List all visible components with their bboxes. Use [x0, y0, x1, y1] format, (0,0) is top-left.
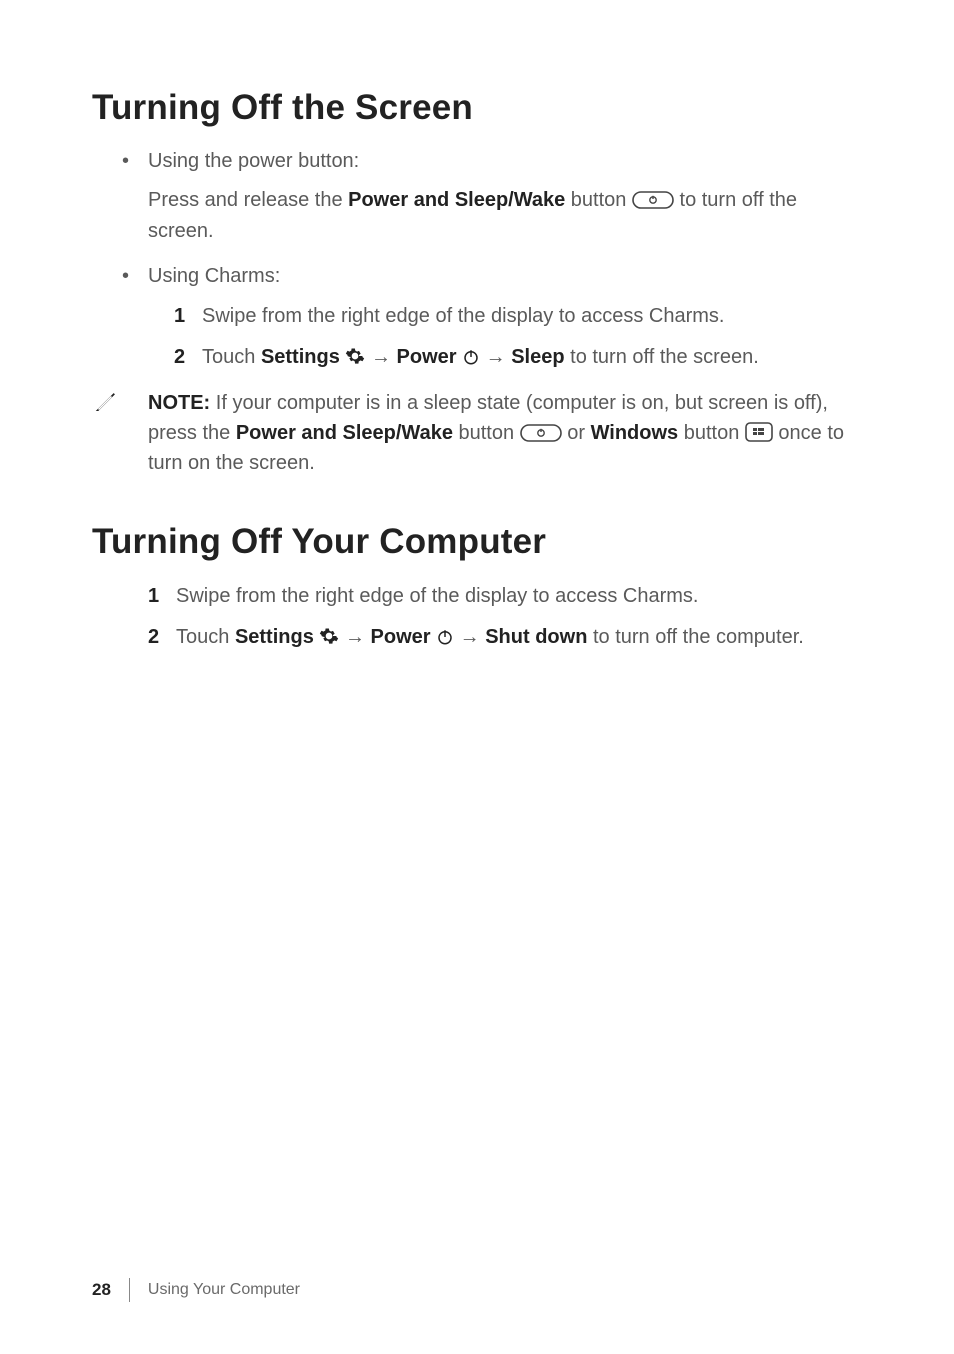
power-icon — [462, 348, 480, 366]
power-sleep-button-icon — [520, 424, 562, 442]
footer-divider — [129, 1278, 130, 1302]
bold-text: Sleep — [511, 346, 564, 368]
page-footer: 28 Using Your Computer — [92, 1278, 862, 1302]
page-container: Turning Off the Screen Using the power b… — [0, 0, 954, 1354]
note-block: NOTE: If your computer is in a sleep sta… — [92, 388, 862, 478]
heading-turning-off-computer: Turning Off Your Computer — [92, 522, 862, 562]
power-sleep-button-icon — [632, 191, 674, 209]
bold-text: Settings — [235, 626, 319, 648]
step-item: Swipe from the right edge of the display… — [174, 300, 862, 333]
settings-gear-icon — [319, 626, 339, 646]
footer-chapter: Using Your Computer — [148, 1281, 300, 1299]
bold-text: NOTE: — [148, 392, 210, 414]
bullet-lead: Using the power button: — [148, 150, 359, 172]
windows-button-icon — [745, 422, 773, 442]
bold-text: Settings — [261, 346, 345, 368]
bold-text: Power — [397, 346, 463, 368]
step-item: Touch Settings → Power → Shut down to tu… — [148, 621, 862, 654]
bold-text: Windows — [591, 422, 679, 444]
steps-list: Swipe from the right edge of the display… — [148, 300, 862, 374]
bullet-item-charms: Using Charms: Swipe from the right edge … — [122, 261, 862, 374]
heading-turning-off-screen: Turning Off the Screen — [92, 88, 862, 128]
step-item: Swipe from the right edge of the display… — [148, 580, 862, 613]
bold-text: Shut down — [485, 626, 587, 648]
power-icon — [436, 628, 454, 646]
step-item: Touch Settings → Power → Sleep to turn o… — [174, 341, 862, 374]
bold-text: Power — [371, 626, 437, 648]
bullet-item-power-button: Using the power button: Press and releas… — [122, 146, 862, 247]
bold-text: Power and Sleep/Wake — [348, 189, 565, 211]
bullet-lead: Using Charms: — [148, 265, 280, 287]
page-number: 28 — [92, 1280, 111, 1300]
bullet-list: Using the power button: Press and releas… — [92, 146, 862, 374]
settings-gear-icon — [345, 346, 365, 366]
section-turning-off-computer: Turning Off Your Computer Swipe from the… — [92, 522, 862, 654]
note-icon — [92, 390, 118, 416]
steps-list: Swipe from the right edge of the display… — [92, 580, 862, 654]
bullet-paragraph: Press and release the Power and Sleep/Wa… — [148, 185, 862, 247]
section-turning-off-screen: Turning Off the Screen Using the power b… — [92, 88, 862, 478]
bold-text: Power and Sleep/Wake — [236, 422, 453, 444]
note-text: NOTE: If your computer is in a sleep sta… — [148, 392, 844, 474]
